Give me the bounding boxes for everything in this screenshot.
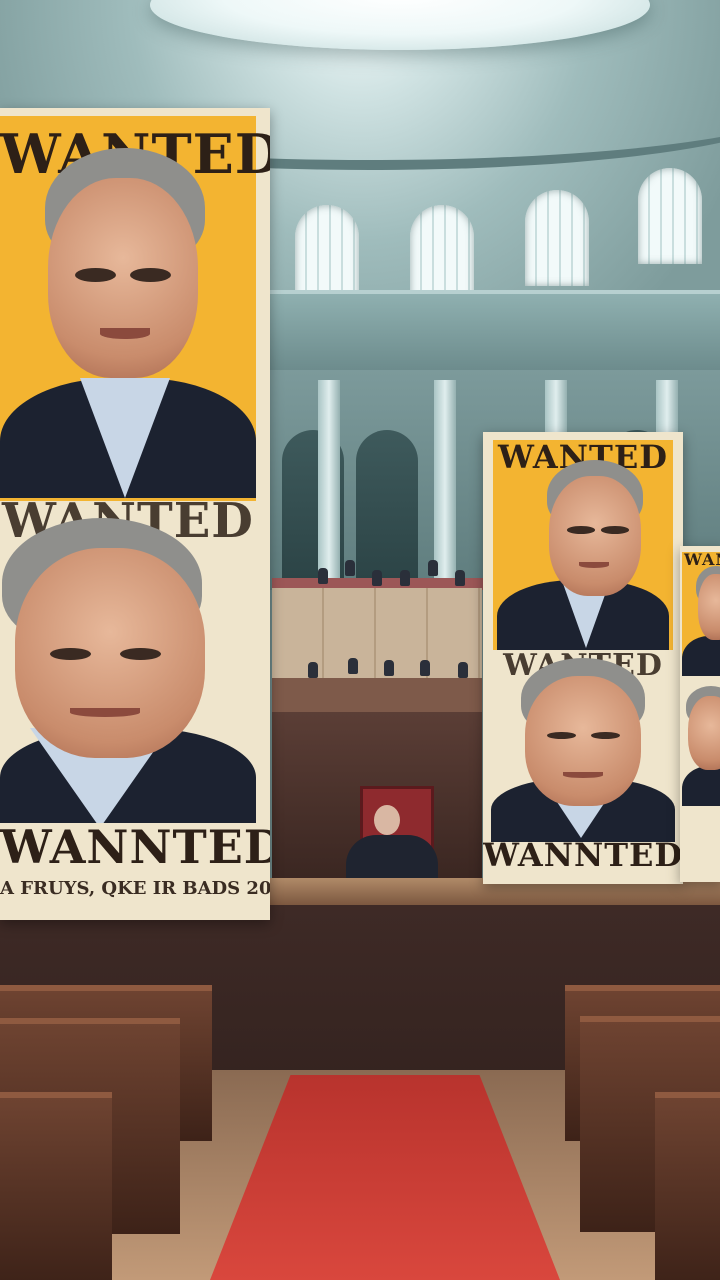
- poster-title: WANNTED: [483, 836, 683, 874]
- gallery-person: [400, 570, 410, 586]
- poster-portrait: [682, 686, 720, 806]
- seated-judge: [346, 805, 438, 887]
- arched-window: [638, 168, 702, 264]
- gallery-person: [318, 568, 328, 584]
- arched-window: [295, 205, 359, 301]
- wanted-poster-right: WANTED WANTED WANNTED: [483, 432, 683, 884]
- court-official: [308, 662, 318, 678]
- court-official: [384, 660, 394, 676]
- column: [434, 380, 456, 580]
- wanted-poster-far-right: WAN: [680, 546, 720, 882]
- gallery-person: [372, 570, 382, 586]
- gallery-person: [428, 560, 438, 576]
- arched-window: [525, 190, 589, 286]
- pew-left: [0, 1092, 112, 1280]
- gallery-person: [455, 570, 465, 586]
- court-official: [348, 658, 358, 674]
- pew-right: [655, 1092, 720, 1280]
- courtroom-scene: WANTED WANTED WANNTED A FRUYS, QKE IR BA…: [0, 0, 720, 1280]
- column: [318, 380, 340, 580]
- court-official: [420, 660, 430, 676]
- poster-portrait: [682, 566, 720, 676]
- wall-arch: [356, 430, 418, 580]
- arched-window: [410, 205, 474, 301]
- wood-panel: [272, 588, 482, 678]
- poster-portrait: [0, 518, 256, 823]
- balcony: [270, 290, 720, 374]
- poster-portrait: [491, 658, 675, 842]
- court-official: [458, 662, 468, 678]
- poster-title: WANNTED: [0, 820, 270, 874]
- gallery-person: [345, 560, 355, 576]
- clerk-bench: [272, 678, 482, 712]
- poster-caption: A FRUYS, QKE IR BADS 204: [0, 878, 270, 899]
- wanted-poster-left: WANTED WANTED WANNTED A FRUYS, QKE IR BA…: [0, 108, 270, 920]
- poster-portrait: [0, 148, 256, 498]
- poster-portrait: [497, 460, 669, 650]
